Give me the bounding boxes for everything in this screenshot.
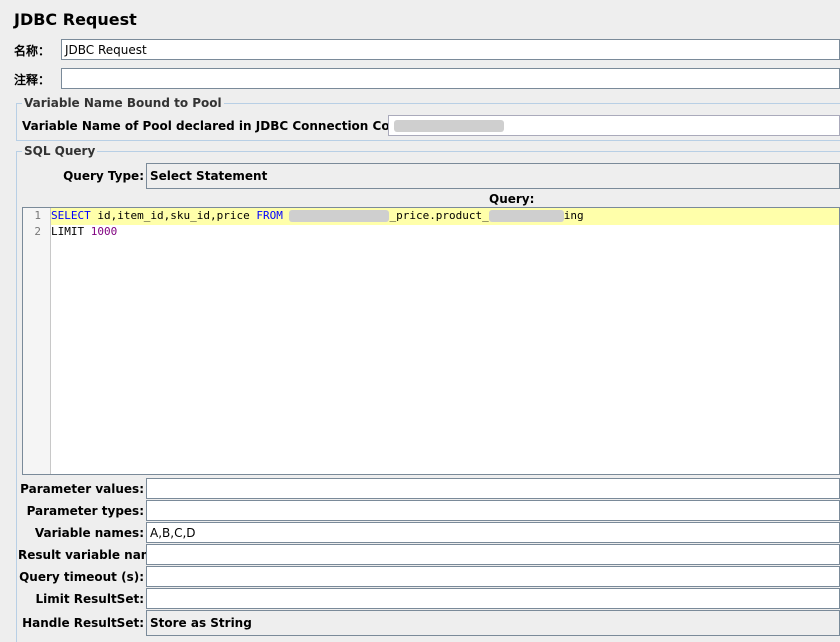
parameter-values-field[interactable]: [146, 478, 840, 499]
pool-group-legend: Variable Name Bound to Pool: [22, 96, 224, 110]
result-variable-name-field[interactable]: [146, 544, 840, 565]
sql-limit: LIMIT: [51, 225, 91, 238]
query-type-label: Query Type:: [63, 169, 144, 183]
name-label: 名称：: [14, 44, 51, 58]
sql-table-part: _price.product_: [389, 209, 489, 222]
query-timeout-field[interactable]: [146, 566, 840, 587]
sql-table-suffix: ing: [563, 209, 584, 222]
handle-resultset-select[interactable]: Store as String: [146, 610, 840, 636]
parameter-types-label: Parameter types:: [26, 504, 144, 518]
comment-field[interactable]: [61, 68, 840, 89]
pool-name-label: Variable Name of Pool declared in JDBC C…: [22, 119, 388, 133]
variable-names-field[interactable]: A,B,C,D: [146, 522, 840, 543]
handle-resultset-label: Handle ResultSet:: [22, 616, 144, 630]
redacted-blur: [488, 210, 564, 222]
sql-keyword-from: FROM: [256, 209, 283, 222]
parameter-values-label: Parameter values:: [20, 482, 144, 496]
limit-resultset-label: Limit ResultSet:: [35, 592, 144, 606]
sql-editor[interactable]: 1 2 SELECT id,item_id,sku_id,price FROM …: [22, 207, 840, 475]
result-variable-name-label: Result variable name:: [18, 548, 167, 562]
pool-name-field[interactable]: [388, 115, 840, 136]
sql-limit-number: 1000: [90, 225, 118, 238]
code-line-2: LIMIT 1000: [51, 224, 117, 240]
name-field[interactable]: JDBC Request: [61, 39, 840, 60]
limit-resultset-field[interactable]: [146, 588, 840, 609]
redacted-blur: [289, 210, 390, 222]
query-type-select[interactable]: Select Statement: [146, 163, 840, 189]
parameter-types-field[interactable]: [146, 500, 840, 521]
page-title: JDBC Request: [14, 10, 137, 29]
sql-keyword-select: SELECT: [51, 209, 91, 222]
comment-label: 注释：: [14, 73, 51, 87]
redacted-blur: [394, 119, 504, 132]
line-number: 2: [34, 225, 41, 238]
line-number: 1: [34, 209, 41, 222]
sql-query-legend: SQL Query: [22, 144, 98, 158]
variable-names-label: Variable names:: [34, 526, 144, 540]
query-timeout-label: Query timeout (s):: [19, 570, 144, 584]
code-line-1: SELECT id,item_id,sku_id,price FROM _pri…: [51, 208, 584, 224]
sql-columns: id,item_id,sku_id,price: [90, 209, 257, 222]
query-label: Query:: [489, 192, 535, 206]
line-number-gutter: 1 2: [23, 208, 51, 474]
